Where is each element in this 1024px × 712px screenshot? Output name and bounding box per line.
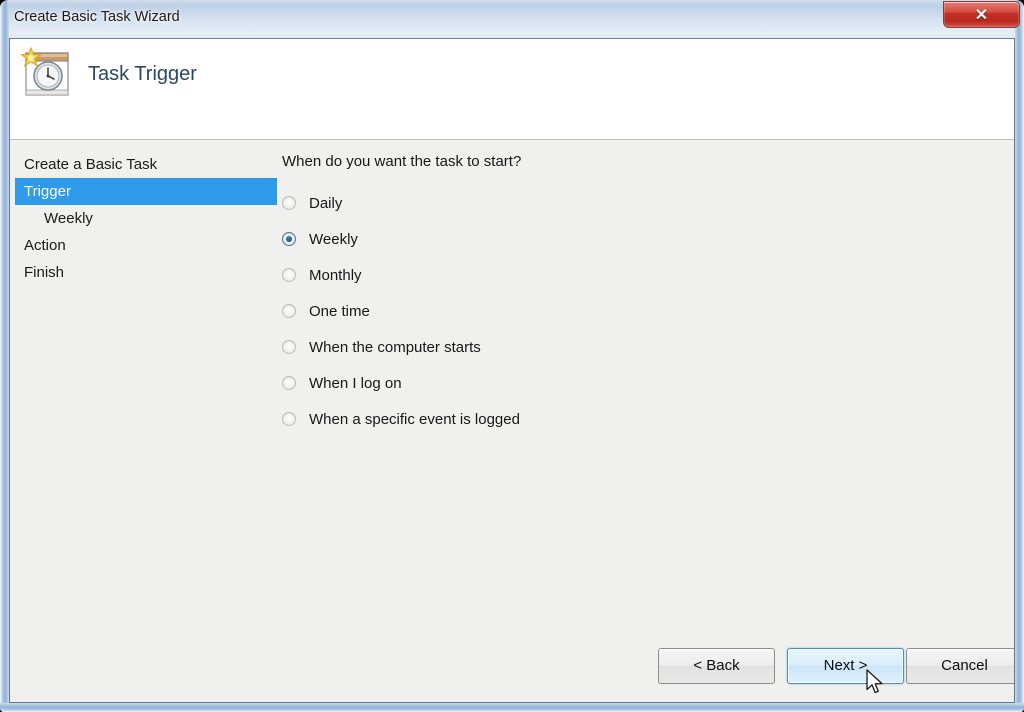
sidebar-item-create-a-basic-task[interactable]: Create a Basic Task bbox=[15, 151, 277, 178]
radio-option-weekly[interactable]: Weekly bbox=[282, 221, 922, 257]
radio-unchecked-icon bbox=[282, 412, 296, 426]
trigger-radio-group: Daily Weekly Monthly One time When the c… bbox=[282, 185, 922, 437]
close-button[interactable]: ✕ bbox=[943, 1, 1020, 28]
wizard-window: Create Basic Task Wizard ✕ Task Trigger … bbox=[0, 0, 1024, 712]
next-button[interactable]: Next > bbox=[787, 648, 904, 684]
sidebar-item-label: Finish bbox=[24, 264, 65, 281]
radio-unchecked-icon bbox=[282, 304, 296, 318]
radio-option-label: When I log on bbox=[309, 374, 402, 392]
sidebar-item-trigger[interactable]: Trigger bbox=[15, 178, 277, 205]
radio-option-label: When the computer starts bbox=[309, 338, 481, 356]
cancel-button[interactable]: Cancel bbox=[906, 648, 1014, 684]
window-frame-bottom-edge bbox=[0, 703, 1024, 712]
radio-option-label: Weekly bbox=[309, 230, 358, 248]
radio-option-label: One time bbox=[309, 302, 370, 320]
radio-option-daily[interactable]: Daily bbox=[282, 185, 922, 221]
window-title: Create Basic Task Wizard bbox=[14, 9, 180, 25]
radio-option-when-the-computer-starts[interactable]: When the computer starts bbox=[282, 329, 922, 365]
sidebar-item-weekly[interactable]: Weekly bbox=[15, 205, 277, 232]
radio-option-label: Daily bbox=[309, 194, 343, 212]
sidebar-item-label: Create a Basic Task bbox=[24, 156, 158, 173]
radio-option-label: When a specific event is logged bbox=[309, 410, 520, 428]
sidebar-item-action[interactable]: Action bbox=[15, 232, 277, 259]
dialog-body: Create a Basic Task Trigger Weekly Actio… bbox=[10, 141, 1014, 702]
wizard-step-list: Create a Basic Task Trigger Weekly Actio… bbox=[15, 151, 277, 286]
window-frame-right-edge bbox=[1015, 0, 1024, 712]
radio-option-one-time[interactable]: One time bbox=[282, 293, 922, 329]
header-band: Task Trigger bbox=[10, 39, 1014, 140]
radio-option-when-a-specific-event-is-logged[interactable]: When a specific event is logged bbox=[282, 401, 922, 437]
dialog-client-area: Task Trigger Create a Basic Task Trigger… bbox=[9, 38, 1015, 703]
radio-checked-icon bbox=[282, 232, 296, 246]
question-label: When do you want the task to start? bbox=[282, 153, 522, 170]
sidebar-item-label: Trigger bbox=[24, 183, 71, 200]
radio-option-label: Monthly bbox=[309, 266, 362, 284]
page-title: Task Trigger bbox=[88, 63, 197, 85]
window-frame-left-edge bbox=[0, 0, 9, 712]
radio-option-monthly[interactable]: Monthly bbox=[282, 257, 922, 293]
radio-unchecked-icon bbox=[282, 268, 296, 282]
sidebar-item-label: Weekly bbox=[44, 210, 93, 227]
task-scheduler-clock-icon bbox=[18, 45, 74, 101]
close-icon: ✕ bbox=[974, 7, 989, 24]
radio-option-when-i-log-on[interactable]: When I log on bbox=[282, 365, 922, 401]
back-button[interactable]: < Back bbox=[658, 648, 775, 684]
radio-unchecked-icon bbox=[282, 376, 296, 390]
title-bar[interactable]: Create Basic Task Wizard ✕ bbox=[0, 0, 1024, 38]
sidebar-item-label: Action bbox=[24, 237, 66, 254]
radio-unchecked-icon bbox=[282, 196, 296, 210]
radio-unchecked-icon bbox=[282, 340, 296, 354]
dialog-footer: < Back Next > Cancel bbox=[10, 636, 1014, 702]
sidebar-item-finish[interactable]: Finish bbox=[15, 259, 277, 286]
